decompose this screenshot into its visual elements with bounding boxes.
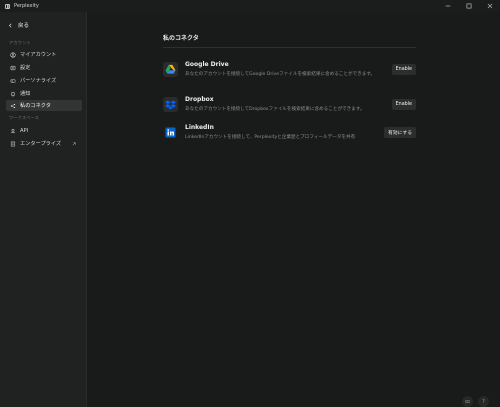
dropbox-icon: [163, 97, 178, 112]
account-section-label: アカウント: [9, 40, 31, 45]
page-title: 私のコネクタ: [163, 35, 199, 42]
chevron-left-icon: [9, 23, 12, 27]
minimize-icon: [445, 5, 450, 7]
window-title: Perplexity: [14, 3, 39, 9]
close-icon: [487, 3, 492, 9]
sidebar-item-label: パーソナライズ: [20, 78, 57, 84]
connector-linkedin: LinkedIn LinkedInアカウントを接続して、Perplexityと企…: [163, 124, 416, 148]
close-button[interactable]: [479, 0, 500, 12]
connector-description: LinkedInアカウントを接続して、Perplexityと企業歴とプロフィール…: [185, 135, 356, 140]
sidebar-item-enterprise[interactable]: エンタープライズ: [6, 138, 82, 149]
sidebar-item-settings[interactable]: 設定: [6, 62, 82, 73]
connector-name: LinkedIn: [185, 124, 214, 131]
window-titlebar: Perplexity: [0, 0, 500, 12]
help-icon: ?: [482, 398, 485, 405]
building-icon: [10, 141, 16, 147]
perplexity-app-icon: [5, 3, 10, 9]
workspace-section-label: ワークスペース: [9, 115, 40, 120]
sidebar-item-label: API: [20, 127, 29, 134]
minimize-button[interactable]: [437, 0, 458, 12]
sidebar-item-personalize[interactable]: パーソナライズ: [6, 75, 82, 86]
google-drive-icon: [163, 62, 178, 77]
enable-dropbox-button[interactable]: Enable: [391, 99, 416, 110]
title-divider: [163, 47, 416, 48]
external-link-icon: [72, 142, 76, 145]
sidebar-item-my-account[interactable]: マイアカウント: [6, 49, 82, 60]
sidebar-item-label: マイアカウント: [20, 52, 57, 58]
api-icon: [10, 128, 16, 134]
connector-google-drive: Google Drive あなたのアカウントを接続してGoogle Driveフ…: [163, 61, 416, 85]
sidebar-item-notifications[interactable]: 通知: [6, 88, 82, 99]
linkedin-icon: [163, 125, 178, 140]
gear-icon: [10, 65, 16, 71]
connectors-panel: 私のコネクタ Google Drive あなたのアカウントを接続してGoogle…: [88, 12, 500, 407]
connector-description: あなたのアカウントを接続してGoogle Driveファイルを検索結果に含めるこ…: [185, 72, 376, 77]
maximize-icon: [466, 3, 471, 9]
user-circle-icon: [10, 51, 16, 58]
enable-google-drive-button[interactable]: Enable: [391, 64, 416, 75]
back-label: 戻る: [18, 23, 30, 29]
sidebar-item-label: 通知: [20, 91, 31, 97]
connector-icon: [10, 103, 16, 109]
sidebar-item-api[interactable]: API: [6, 125, 82, 136]
bell-icon: [10, 91, 16, 97]
sidebar-item-label: 私のコネクタ: [20, 103, 51, 109]
sidebar-item-label: エンタープライズ: [20, 141, 62, 147]
sidebar-item-label: 設定: [20, 65, 31, 71]
connector-description: あなたのアカウントを接続してDropboxファイルを検索結果に含めることができま…: [185, 107, 365, 112]
back-button[interactable]: 戻る: [8, 20, 29, 30]
window-controls: [437, 0, 500, 12]
help-button[interactable]: ?: [478, 396, 489, 407]
sidebar-item-my-connectors[interactable]: 私のコネクタ: [6, 100, 82, 111]
keyboard-shortcuts-button[interactable]: [462, 396, 473, 407]
maximize-button[interactable]: [458, 0, 479, 12]
enable-linkedin-button[interactable]: 有効にする: [383, 127, 416, 138]
keyboard-icon: [465, 400, 470, 403]
personalize-icon: [10, 78, 16, 84]
settings-sidebar: 戻る アカウント マイアカウント 設定 パーソナライズ 通知 私のコネクタ ワー…: [0, 12, 87, 407]
connector-name: Google Drive: [185, 61, 229, 68]
connector-dropbox: Dropbox あなたのアカウントを接続してDropboxファイルを検索結果に含…: [163, 96, 416, 120]
connector-name: Dropbox: [185, 96, 214, 103]
